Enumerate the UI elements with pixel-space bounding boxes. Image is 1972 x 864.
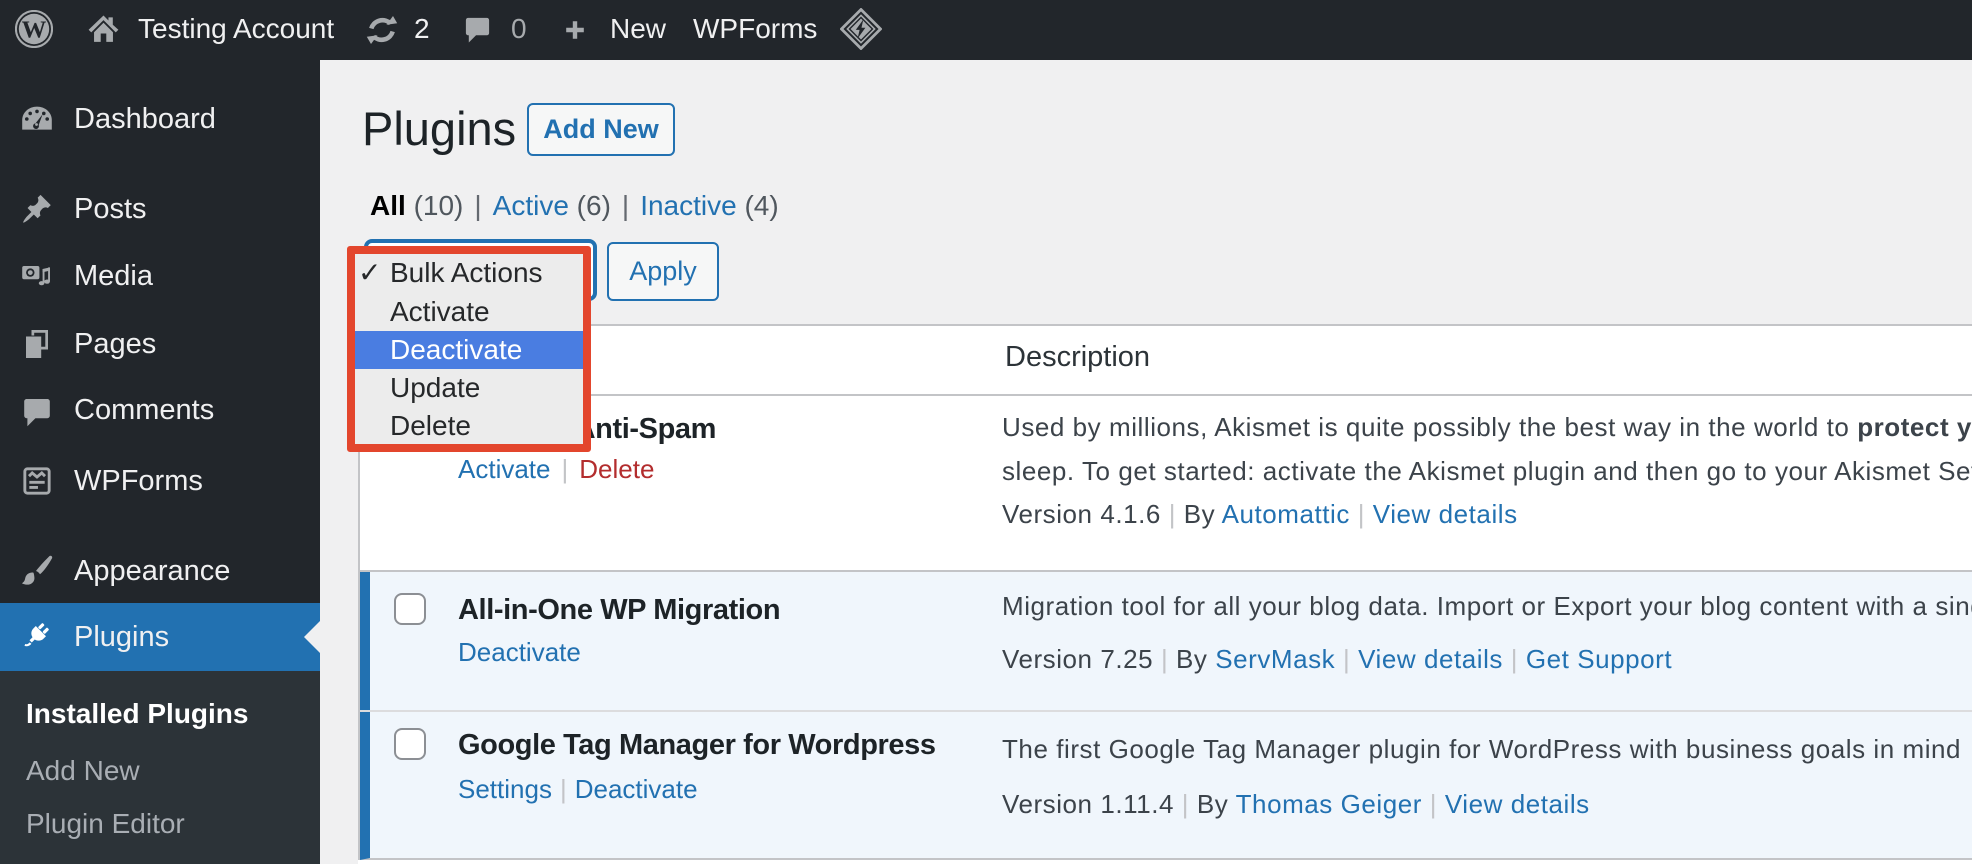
svg-text:W: W [22,17,47,44]
